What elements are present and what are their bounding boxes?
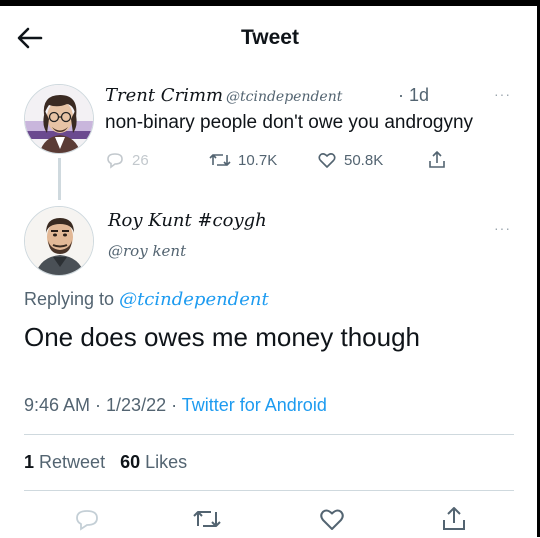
page-title: Tweet — [241, 26, 299, 49]
main-author-handle[interactable]: @roy kent — [108, 242, 186, 260]
thread-connector — [58, 158, 61, 200]
retweet-icon — [209, 154, 231, 166]
main-tweet-text: One does owes me money though — [24, 322, 421, 352]
retweet-count: 1 — [24, 452, 35, 472]
share-button[interactable] — [440, 505, 468, 533]
parent-tweet-text: non-binary people don't owe you androgyn… — [105, 112, 474, 133]
header: Tweet — [0, 12, 537, 62]
like-icon — [320, 509, 344, 530]
avatar-illustration — [25, 85, 93, 153]
parent-timestamp[interactable]: · 1d — [398, 85, 429, 106]
like-icon — [318, 153, 336, 168]
retweet-button[interactable] — [192, 505, 221, 533]
tweet-action-bar — [0, 501, 537, 535]
parent-retweet-button[interactable]: 10.7K — [209, 148, 277, 172]
like-label: Likes — [145, 452, 188, 472]
tweet-screen: Tweet Trent Crimm @tcindependent · 1d ··… — [0, 0, 540, 537]
reply-icon — [76, 510, 98, 531]
parent-share-button[interactable] — [427, 148, 447, 172]
main-more-icon[interactable]: ··· — [494, 220, 511, 236]
parent-actions: 26 10.7K 50.8K — [105, 148, 505, 172]
tweet-metadata: 9:46 AM · 1/23/22 · Twitter for Android — [24, 395, 327, 416]
replying-prefix: Replying to — [24, 289, 115, 309]
like-count: 60 — [120, 452, 141, 472]
replying-mention-link[interactable]: @tcindependent — [119, 289, 269, 310]
tweet-timestamp[interactable]: 9:46 AM · 1/23/22 · — [24, 395, 182, 415]
divider — [24, 490, 514, 491]
main-author-name[interactable]: Roy Kunt #coygh — [108, 210, 267, 231]
retweets-stat[interactable]: 1 Retweet — [24, 452, 105, 472]
parent-author-handle[interactable]: @tcindependent — [226, 89, 342, 105]
parent-like-button[interactable]: 50.8K — [317, 148, 383, 172]
parent-more-icon[interactable]: ··· — [494, 86, 511, 102]
reply-icon — [107, 153, 123, 169]
avatar-illustration — [25, 207, 93, 275]
likes-stat[interactable]: 60 Likes — [120, 452, 187, 472]
parent-reply-button[interactable]: 26 — [105, 148, 149, 172]
share-icon — [429, 151, 445, 168]
parent-reply-count: 26 — [132, 151, 149, 169]
avatar-trent[interactable] — [24, 84, 94, 154]
reply-button[interactable] — [73, 505, 101, 533]
retweet-label: Retweet — [39, 452, 106, 472]
share-icon — [443, 507, 465, 530]
parent-author-name[interactable]: Trent Crimm — [105, 85, 223, 106]
retweet-icon — [193, 511, 221, 527]
tweet-source-link[interactable]: Twitter for Android — [182, 395, 327, 415]
parent-like-count: 50.8K — [344, 151, 384, 169]
replying-to: Replying to @tcindependent — [24, 289, 269, 310]
like-button[interactable] — [318, 505, 346, 533]
engagement-stats: 1 Retweet 60 Likes — [24, 452, 187, 473]
avatar-roy[interactable] — [24, 206, 94, 276]
parent-retweet-count: 10.7K — [238, 151, 278, 169]
divider — [24, 434, 514, 435]
